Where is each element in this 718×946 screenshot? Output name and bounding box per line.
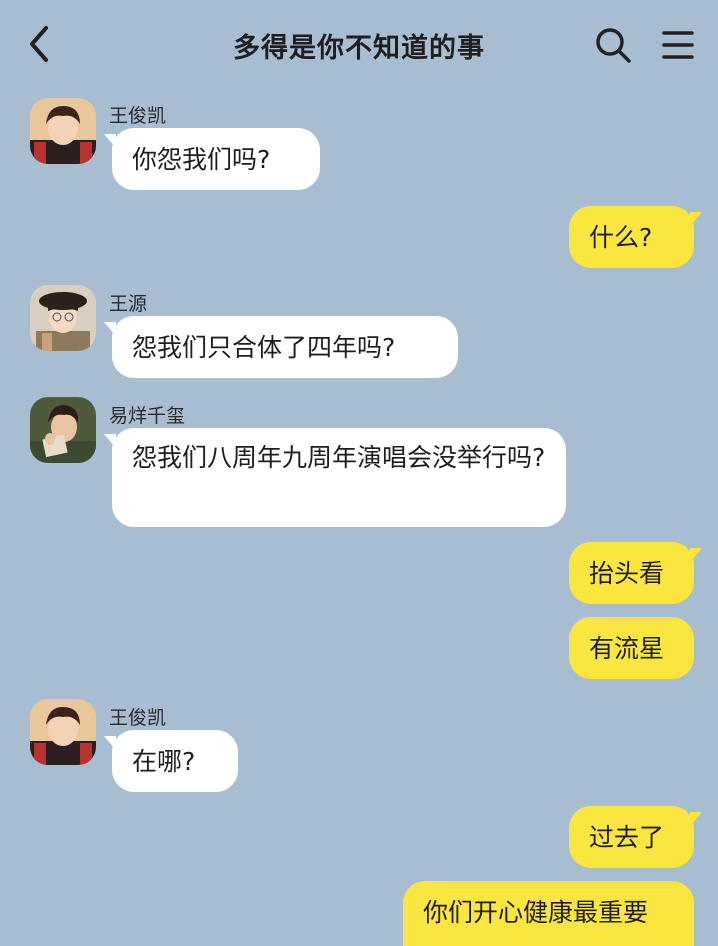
sender-name: 易烊千玺 (109, 405, 186, 427)
message-text: 过去了 (589, 823, 665, 852)
message-bubble-incoming[interactable]: 在哪? (104, 730, 238, 792)
message-bubble-outgoing[interactable]: 你们开心健康最重要 (403, 881, 694, 946)
message-bubble-outgoing[interactable]: 过去了 (569, 806, 702, 868)
message-text: 你怨我们吗? (132, 145, 271, 174)
message-bubble-outgoing[interactable]: 什么? (569, 206, 702, 268)
message-bubble-outgoing[interactable]: 抬头看 (569, 542, 702, 604)
avatar-wangyuan-icon (30, 285, 96, 351)
sender-name: 王俊凯 (109, 105, 167, 127)
search-button[interactable] (592, 24, 634, 66)
message-text: 你们开心健康最重要 (423, 898, 649, 927)
menu-icon (662, 31, 694, 59)
message-text: 在哪? (132, 747, 196, 776)
avatar-wangjunkai-icon (30, 98, 96, 164)
message-bubble-incoming[interactable]: 怨我们八周年九周年演唱会没举行吗? (104, 428, 566, 527)
avatar-wangjunkai-icon (30, 699, 96, 765)
message-text: 什么? (589, 223, 653, 252)
sender-name: 王源 (109, 293, 148, 315)
message-text: 抬头看 (589, 559, 665, 588)
avatar-wangjunkai[interactable] (30, 699, 96, 765)
message-text: 怨我们八周年九周年演唱会没举行吗? (132, 443, 546, 472)
message-bubble-outgoing[interactable]: 有流星 (569, 617, 694, 679)
menu-button[interactable] (658, 26, 698, 64)
message-text: 怨我们只合体了四年吗? (132, 333, 396, 362)
avatar-yiyangqianxi[interactable] (30, 397, 96, 463)
avatar-wangjunkai[interactable] (30, 98, 96, 164)
message-text: 有流星 (589, 634, 665, 663)
avatar-wangyuan[interactable] (30, 285, 96, 351)
sender-name: 王俊凯 (109, 707, 167, 729)
chat-header: 多得是你不知道的事 (0, 0, 718, 90)
message-bubble-incoming[interactable]: 你怨我们吗? (104, 128, 320, 190)
message-bubble-incoming[interactable]: 怨我们只合体了四年吗? (104, 316, 458, 378)
avatar-yiyangqianxi-icon (30, 397, 96, 463)
search-icon (596, 28, 631, 63)
